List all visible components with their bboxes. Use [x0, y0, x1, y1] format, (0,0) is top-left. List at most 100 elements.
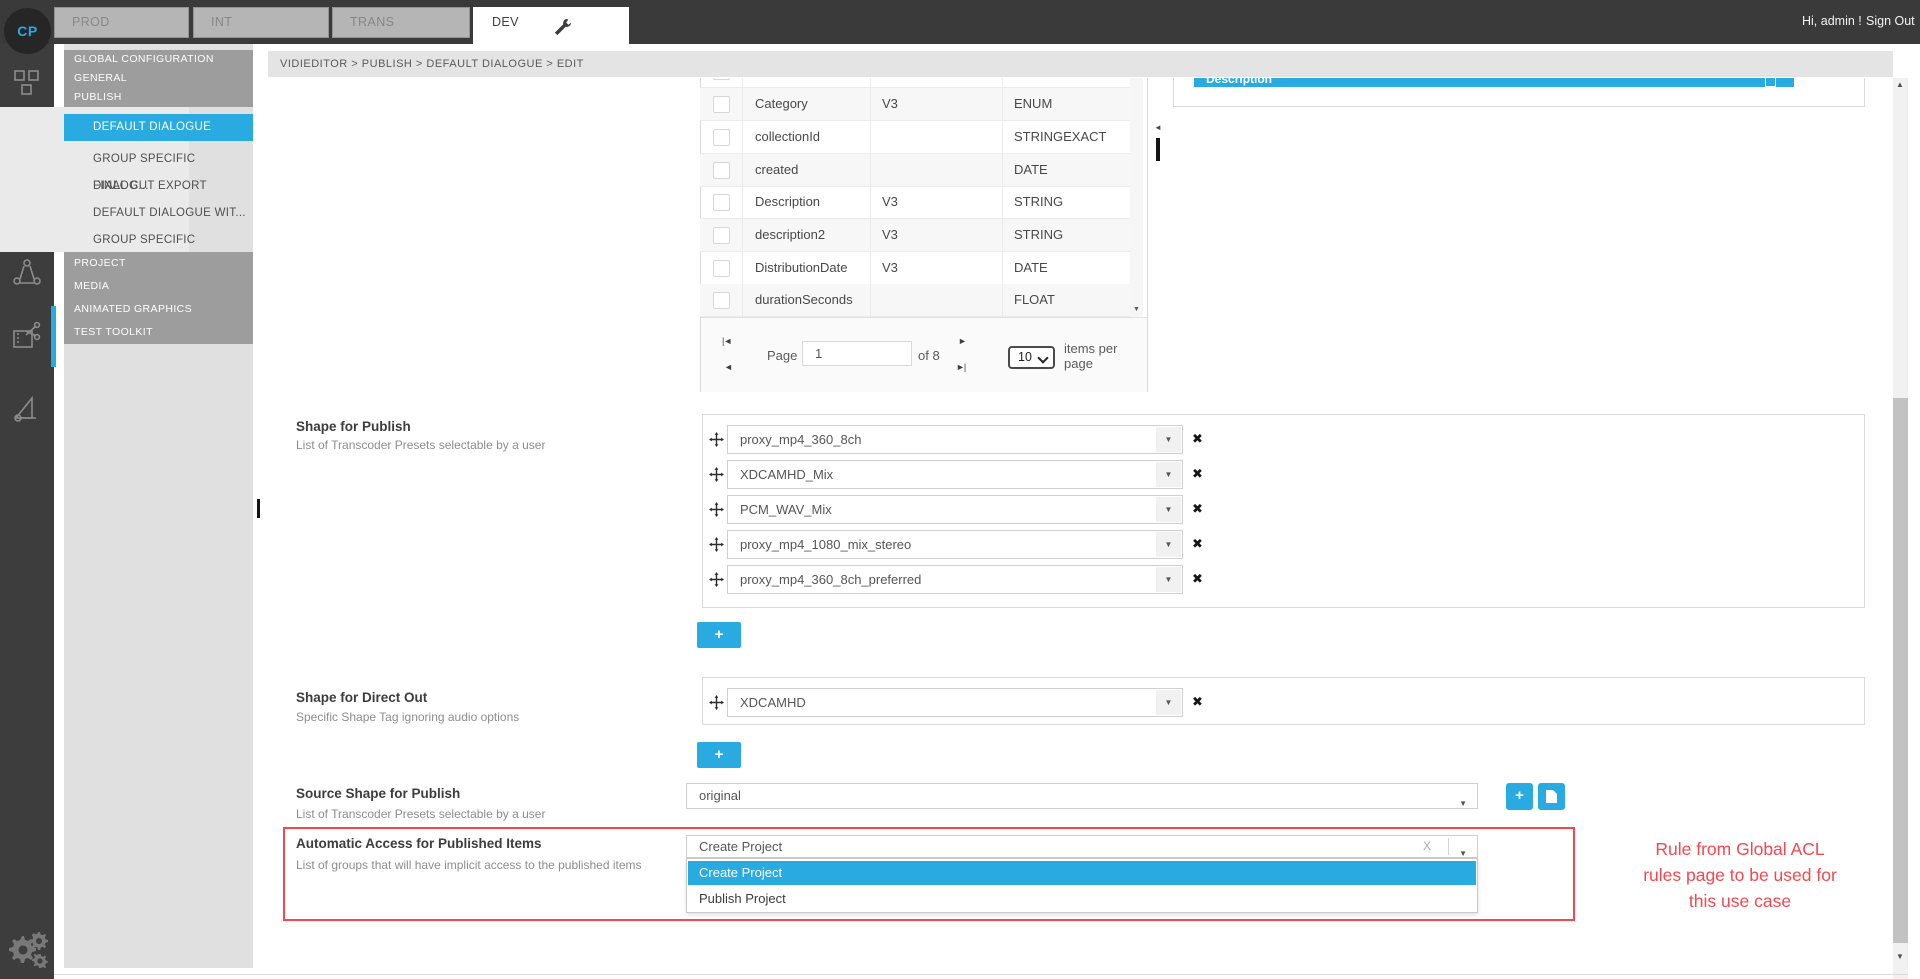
- select-arrow-icon[interactable]: ▼: [1156, 532, 1181, 557]
- remove-shape-icon[interactable]: ✖: [1192, 431, 1203, 447]
- remove-shape-icon[interactable]: ✖: [1192, 694, 1203, 710]
- option-publish-project[interactable]: Publish Project: [688, 887, 1476, 911]
- shape-select[interactable]: XDCAMHD_Mix ▼: [727, 460, 1183, 489]
- shape-select[interactable]: proxy_mp4_360_8ch_preferred ▼: [727, 565, 1183, 594]
- settings-gears-icon[interactable]: [6, 926, 50, 968]
- delete-icon[interactable]: [1765, 78, 1776, 87]
- row-checkbox[interactable]: [713, 129, 730, 146]
- shape-select[interactable]: PCM_WAV_Mix ▼: [727, 495, 1183, 524]
- remove-shape-icon[interactable]: ✖: [1192, 466, 1203, 482]
- browse-shape-button[interactable]: [1538, 783, 1565, 810]
- table-row[interactable]: Description V3 STRING: [700, 186, 1130, 219]
- panel-splitter[interactable]: [1156, 138, 1160, 161]
- select-arrow-icon[interactable]: ▼: [1156, 427, 1181, 452]
- remove-shape-icon[interactable]: ✖: [1192, 536, 1203, 552]
- menu-item-publish[interactable]: PUBLISH: [64, 88, 253, 107]
- wrench-icon: [553, 18, 572, 37]
- add-direct-out-shape-button[interactable]: +: [697, 742, 741, 768]
- drag-move-icon[interactable]: [709, 572, 724, 587]
- menu-item-media[interactable]: MEDIA: [64, 275, 253, 298]
- prev-page-button[interactable]: ◄: [724, 362, 732, 372]
- collapse-panel-icon[interactable]: ◄: [1154, 123, 1162, 132]
- resize-handle[interactable]: [257, 499, 260, 518]
- app-logo[interactable]: CP: [4, 8, 51, 54]
- row-checkbox[interactable]: [713, 260, 730, 277]
- row-checkbox[interactable]: [713, 78, 730, 80]
- add-shape-button[interactable]: +: [697, 622, 741, 648]
- tab-dev-label: DEV: [492, 15, 519, 29]
- tab-dev[interactable]: DEV: [473, 7, 629, 44]
- active-module-indicator: [51, 306, 56, 367]
- items-per-page-select[interactable]: 10: [1008, 346, 1055, 369]
- table-row[interactable]: created DATE: [700, 154, 1130, 187]
- option-create-project[interactable]: Create Project: [688, 861, 1476, 885]
- tab-int[interactable]: INT: [193, 7, 329, 38]
- table-row[interactable]: DistributionDate V3 DATE: [700, 252, 1130, 285]
- row-checkbox[interactable]: [713, 194, 730, 211]
- menu-item-test-toolkit[interactable]: TEST TOOLKIT: [64, 321, 253, 344]
- source-shape-subtitle: List of Transcoder Presets selectable by…: [296, 807, 545, 821]
- select-arrow-icon[interactable]: ▼: [1156, 462, 1181, 487]
- annotation-text: Rule from Global ACL rules page to be us…: [1595, 836, 1885, 914]
- items-per-page-label: items per page: [1064, 341, 1117, 371]
- menu-item-global-configuration[interactable]: GLOBAL CONFIGURATION: [64, 50, 253, 69]
- tab-prod[interactable]: PROD: [54, 7, 189, 38]
- table-row[interactable]: collectionId STRINGEXACT: [700, 121, 1130, 154]
- clear-selection-icon[interactable]: X: [1423, 836, 1431, 857]
- modules-icon[interactable]: [12, 68, 42, 98]
- menu-item-group-specific-dialogue[interactable]: GROUP SPECIFIC DIALOG...: [64, 146, 253, 173]
- row-checkbox[interactable]: [713, 162, 730, 179]
- drag-move-icon[interactable]: [709, 467, 724, 482]
- source-shape-select[interactable]: original ▼: [686, 783, 1478, 809]
- first-page-button[interactable]: |◄: [722, 336, 731, 346]
- detail-panel-header[interactable]: Description: [1194, 78, 1794, 87]
- shape-select[interactable]: proxy_mp4_1080_mix_stereo ▼: [727, 530, 1183, 559]
- scroll-up-icon[interactable]: ▲: [1896, 80, 1904, 89]
- menu-item-default-dialogue[interactable]: DEFAULT DIALOGUE: [64, 114, 253, 141]
- next-page-button[interactable]: ►: [958, 336, 966, 346]
- scroll-down-icon[interactable]: ▼: [1896, 952, 1904, 961]
- drag-move-icon[interactable]: [709, 537, 724, 552]
- auto-access-select[interactable]: Create Project X ▼: [686, 835, 1478, 858]
- menu-item-project[interactable]: PROJECT: [64, 252, 253, 275]
- detail-panel-title: Description: [1206, 78, 1272, 86]
- remove-shape-icon[interactable]: ✖: [1192, 571, 1203, 587]
- drag-move-icon[interactable]: [709, 695, 724, 710]
- page-number-input[interactable]: 1: [802, 341, 912, 366]
- select-arrow-icon[interactable]: ▼: [1156, 690, 1181, 715]
- table-scroll-down-icon[interactable]: ▼: [1133, 306, 1140, 313]
- drag-move-icon[interactable]: [709, 432, 724, 447]
- table-row[interactable]: durationSeconds FLOAT: [700, 284, 1130, 317]
- editor-icon[interactable]: [12, 322, 42, 352]
- row-checkbox[interactable]: [713, 96, 730, 113]
- direct-out-shape-select[interactable]: XDCAMHD ▼: [727, 688, 1183, 717]
- menu-item-animated-graphics[interactable]: ANIMATED GRAPHICS: [64, 298, 253, 321]
- page-total-label: of 8: [918, 348, 940, 363]
- table-scrollbar[interactable]: [1130, 78, 1143, 317]
- table-row[interactable]: description2 V3 STRING: [700, 219, 1130, 252]
- row-checkbox[interactable]: [713, 227, 730, 244]
- drag-move-icon[interactable]: [709, 502, 724, 517]
- shape-select[interactable]: proxy_mp4_360_8ch ▼: [727, 425, 1183, 454]
- table-row[interactable]: CameraCard V3 BOOLEAN: [700, 78, 1130, 88]
- select-arrow-icon[interactable]: ▼: [1156, 567, 1181, 592]
- column-divider: [1002, 78, 1003, 317]
- menu-item-general[interactable]: GENERAL: [64, 69, 253, 88]
- main-scrollbar-thumb[interactable]: [1893, 398, 1908, 943]
- auto-access-options-list: Create Project Publish Project: [686, 858, 1478, 913]
- last-page-button[interactable]: ►|: [956, 362, 965, 372]
- sign-out-link[interactable]: Sign Out: [1866, 14, 1915, 28]
- row-checkbox[interactable]: [713, 292, 730, 309]
- add-source-shape-button[interactable]: +: [1506, 783, 1533, 810]
- menu-item-final-cut-export[interactable]: FINAL CUT EXPORT: [64, 173, 253, 200]
- shape-for-direct-out-subtitle: Specific Shape Tag ignoring audio option…: [296, 710, 519, 724]
- tab-trans[interactable]: TRANS: [332, 7, 470, 38]
- collaboration-icon[interactable]: [12, 258, 42, 288]
- remove-shape-icon[interactable]: ✖: [1192, 501, 1203, 517]
- menu-item-default-dialogue-wit[interactable]: DEFAULT DIALOGUE WIT...: [64, 200, 253, 227]
- select-arrow-icon[interactable]: ▼: [1156, 497, 1181, 522]
- shape-for-publish-subtitle: List of Transcoder Presets selectable by…: [296, 438, 545, 452]
- table-row[interactable]: Category V3 ENUM: [700, 88, 1130, 121]
- measure-icon[interactable]: [12, 394, 42, 424]
- menu-item-group-specific-dialogue-2[interactable]: GROUP SPECIFIC DIALOG...: [64, 227, 253, 254]
